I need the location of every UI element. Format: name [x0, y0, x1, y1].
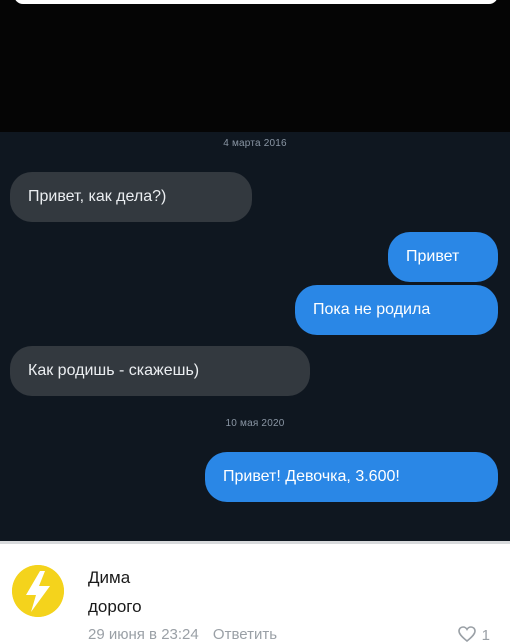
chat-date: 10 мая 2020 — [225, 418, 285, 429]
message-bubble-incoming: Привет, как дела?) — [10, 172, 252, 222]
comment-meta: 29 июня в 23:24 Ответить — [88, 626, 277, 643]
like-button[interactable]: 1 — [457, 626, 490, 643]
message-bubble-incoming: Как родишь - скажешь) — [10, 346, 310, 396]
message-bubble-outgoing: Привет — [388, 232, 498, 282]
avatar[interactable] — [12, 565, 64, 617]
comment: Дима дорого 29 июня в 23:24 Ответить 1 — [0, 544, 510, 643]
post-page: 4 марта 2016 Привет, как дела?) Привет П… — [0, 0, 510, 643]
heart-icon — [457, 626, 476, 643]
message-text: Пока не родила — [313, 301, 431, 318]
message-text: Как родишь - скажешь) — [28, 362, 200, 379]
top-card-edge — [14, 0, 498, 4]
message-bubble-outgoing: Пока не родила — [295, 285, 498, 335]
message-text: Привет! Девочка, 3.600! — [223, 468, 400, 485]
lightning-avatar-icon — [12, 565, 64, 617]
reply-button[interactable]: Ответить — [213, 626, 277, 643]
message-bubble-outgoing: Привет! Девочка, 3.600! — [205, 452, 498, 502]
comment-timestamp: 29 июня в 23:24 — [88, 626, 199, 643]
message-text: Привет — [406, 248, 460, 265]
like-count: 1 — [481, 626, 490, 643]
comment-text: дорого — [88, 597, 142, 616]
top-dark-band — [0, 0, 510, 132]
message-text: Привет, как дела?) — [28, 188, 167, 205]
chat-date: 4 марта 2016 — [223, 138, 287, 149]
comment-author[interactable]: Дима — [88, 568, 130, 588]
chat-screenshot: 4 марта 2016 Привет, как дела?) Привет П… — [0, 132, 510, 541]
